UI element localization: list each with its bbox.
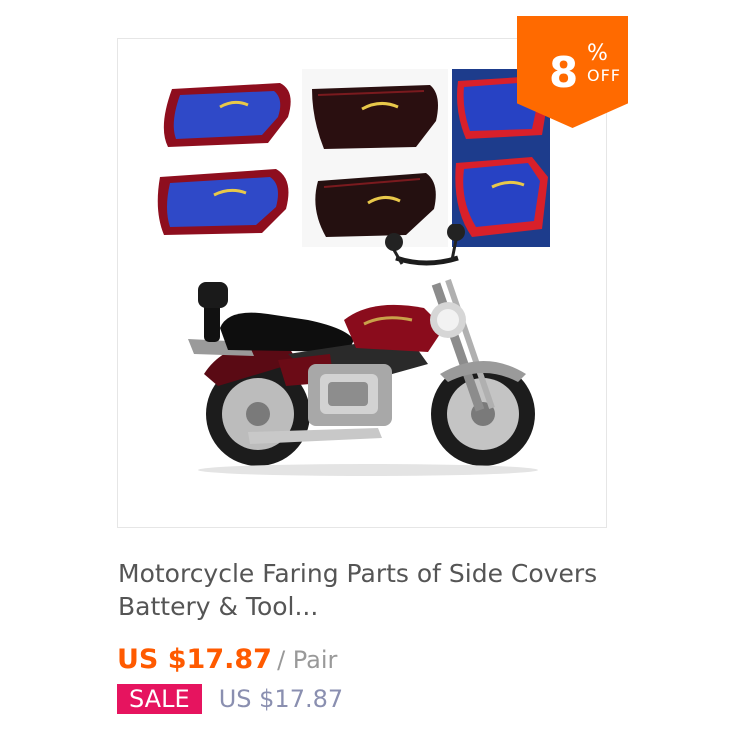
price-unit: / Pair [277, 646, 338, 674]
product-image[interactable] [117, 38, 607, 528]
product-card[interactable]: 8 % OFF Motorcycle Faring Parts of Side … [0, 0, 733, 733]
discount-number: 8 [549, 48, 579, 97]
side-cover-red-blue-image [150, 69, 298, 247]
price-row: US $17.87 / Pair [117, 644, 337, 678]
sale-row: SALE US $17.87 [117, 684, 343, 716]
off-label: OFF [587, 66, 621, 85]
current-price: US $17.87 [117, 644, 272, 675]
original-price: US $17.87 [218, 685, 344, 713]
title-line-2: Battery & Tool... [118, 592, 319, 621]
title-line-1: Motorcycle Faring Parts of Side Covers [118, 559, 598, 588]
motorcycle-image [188, 224, 538, 476]
side-cover-black-image [302, 69, 448, 247]
percent-sign: % [587, 41, 608, 66]
product-title[interactable]: Motorcycle Faring Parts of Side Covers B… [118, 557, 618, 623]
sale-badge: SALE [117, 684, 202, 714]
